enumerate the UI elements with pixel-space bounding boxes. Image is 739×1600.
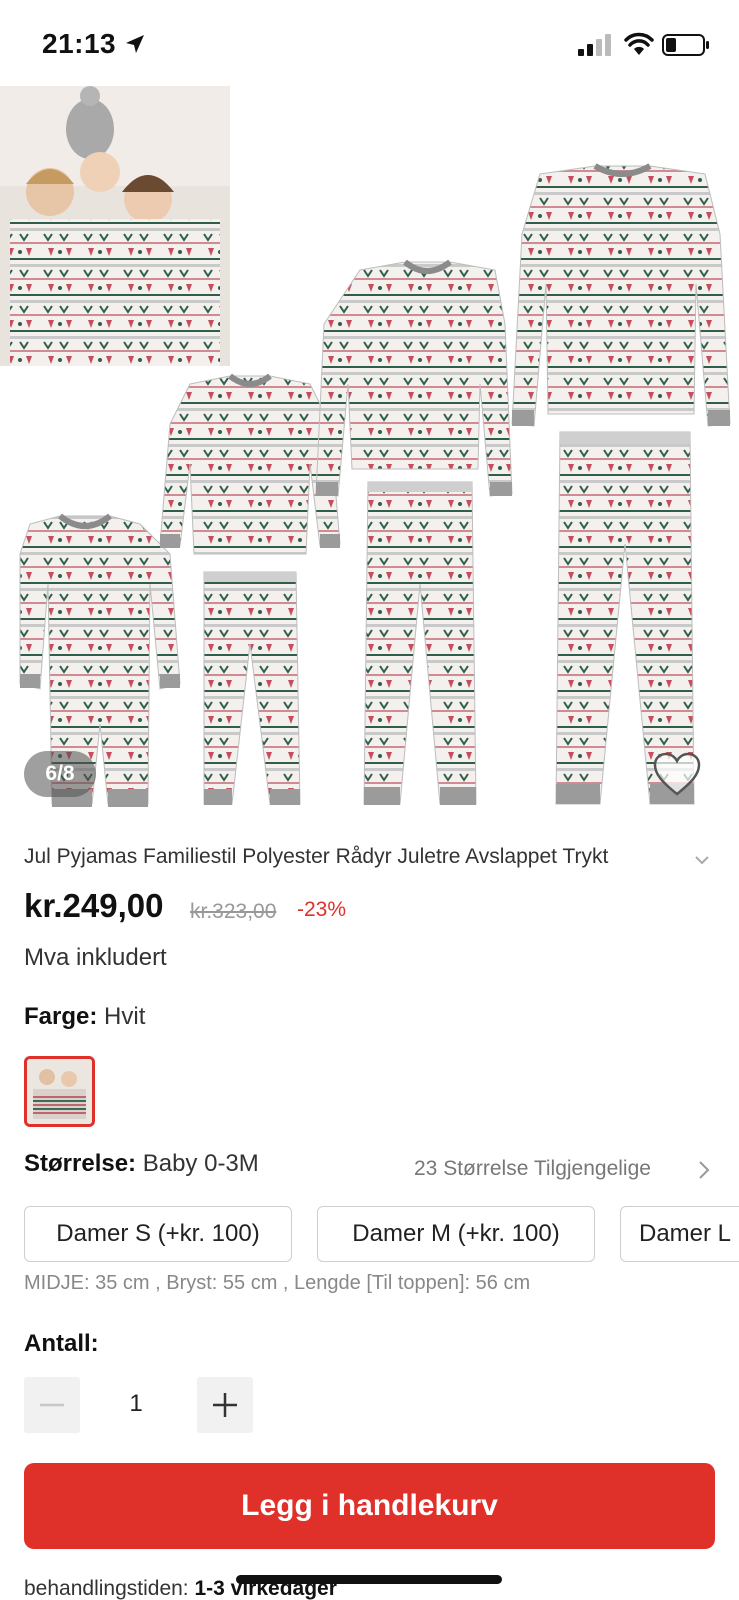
size-label: Størrelse: — [24, 1150, 137, 1177]
status-bar: 21:13 — [0, 0, 739, 84]
women-pajama-illustration — [315, 259, 513, 805]
processing-label: behandlingstiden: — [24, 1577, 189, 1600]
home-indicator[interactable] — [236, 1575, 502, 1584]
quantity-decrease-button[interactable] — [24, 1377, 80, 1433]
swatch-thumbnail — [27, 1059, 92, 1124]
chevron-right-icon[interactable] — [695, 1158, 713, 1182]
size-measurements: MIDJE: 35 cm , Bryst: 55 cm , Lengde [Ti… — [24, 1272, 531, 1294]
cellular-signal-icon — [578, 34, 611, 56]
size-option-damer-l[interactable]: Damer L — [620, 1206, 739, 1262]
quantity-increase-button[interactable] — [197, 1377, 253, 1433]
plus-icon — [213, 1393, 237, 1417]
vat-note: Mva inkludert — [24, 944, 167, 971]
size-availability-link[interactable]: 23 Størrelse Tilgjengelige — [414, 1157, 651, 1181]
size-option-damer-m[interactable]: Damer M (+kr. 100) — [317, 1206, 595, 1262]
quantity-value[interactable]: 1 — [96, 1390, 176, 1418]
product-title[interactable]: Jul Pyjamas Familiestil Polyester Rådyr … — [24, 845, 684, 875]
color-row: Farge: Hvit — [24, 1003, 145, 1031]
product-image-gallery[interactable] — [0, 84, 739, 824]
color-label: Farge: — [24, 1003, 98, 1030]
family-photo-inset — [0, 86, 230, 366]
add-to-cart-button[interactable]: Legg i handlekurv — [24, 1463, 715, 1549]
chevron-down-icon[interactable] — [692, 850, 712, 870]
current-price: kr.249,00 — [24, 887, 164, 924]
heart-icon[interactable] — [652, 752, 702, 798]
size-value: Baby 0-3M — [142, 1150, 259, 1177]
location-arrow-icon — [126, 35, 144, 53]
wifi-icon — [624, 32, 654, 55]
color-value: Hvit — [104, 1003, 146, 1030]
size-option-damer-s[interactable]: Damer S (+kr. 100) — [24, 1206, 292, 1262]
men-pajama-illustration — [511, 163, 731, 805]
discount-badge: -23% — [297, 898, 347, 921]
kid-pajama-illustration — [159, 373, 341, 805]
gallery-counter-badge: 6/8 — [24, 751, 96, 797]
quantity-label: Antall: — [24, 1330, 99, 1357]
color-swatch-selected[interactable] — [24, 1056, 95, 1127]
size-row: Størrelse: Baby 0-3M — [24, 1150, 259, 1178]
product-photo — [0, 86, 731, 807]
minus-icon — [40, 1403, 64, 1407]
original-price: kr.323,00 — [190, 900, 277, 923]
battery-icon — [662, 34, 709, 56]
status-time: 21:13 — [42, 28, 117, 59]
